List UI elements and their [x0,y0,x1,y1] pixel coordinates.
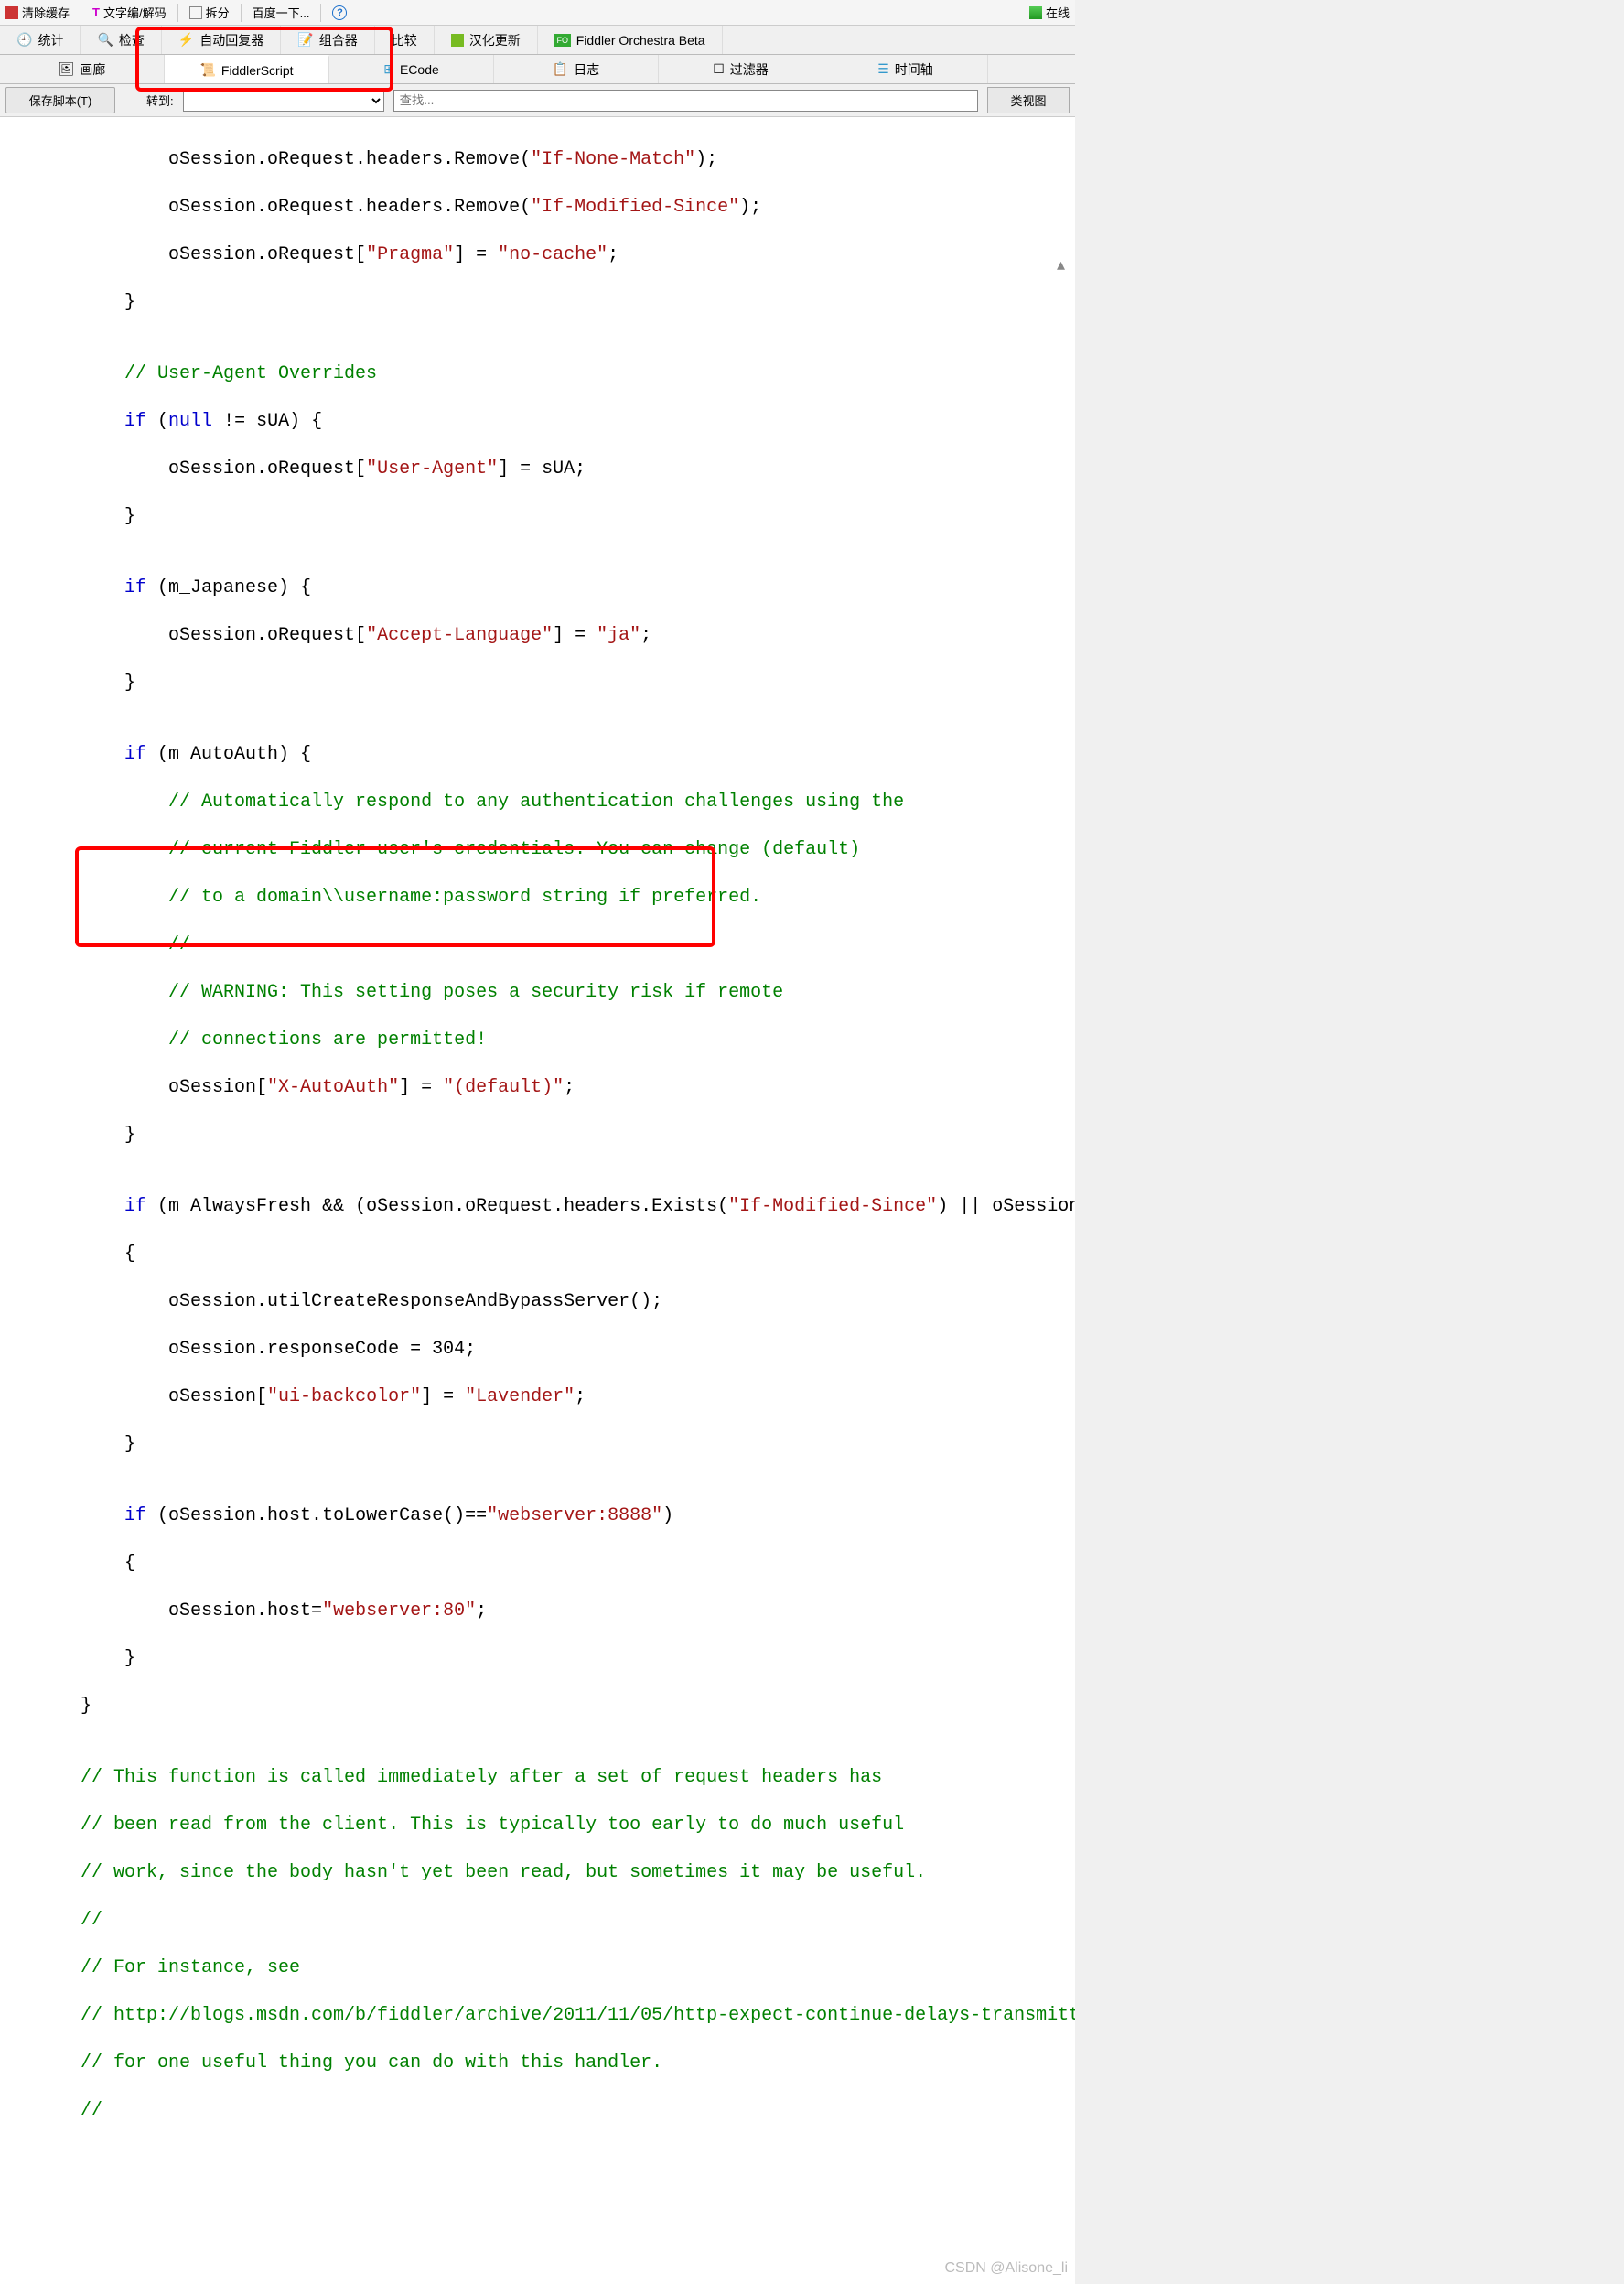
inspect-icon: 🔍 [97,32,113,48]
ecode-icon: ⊞ [383,61,394,77]
online-status[interactable]: 在线 [1029,4,1070,21]
tabs-row-1: 🕘统计 🔍检查 ⚡自动回复器 📝组合器 比较 汉化更新 FOFiddler Or… [0,26,1075,55]
search-input[interactable] [393,90,978,112]
script-editor[interactable]: oSession.oRequest.headers.Remove("If-Non… [0,117,1075,2284]
tabs-row-2: 🖼画廊 📜FiddlerScript ⊞ECode 📋日志 ☐过滤器 ☰时间轴 [0,55,1075,84]
filter-icon: ☐ [713,61,725,77]
tab-compare[interactable]: 比较 [375,26,435,54]
clock-icon: 🕘 [16,32,32,48]
tab-gallery[interactable]: 🖼画廊 [0,55,165,83]
scroll-up-icon: ▴ [1057,254,1073,271]
tab-ecode[interactable]: ⊞ECode [329,55,494,83]
timeline-icon: ☰ [877,61,889,77]
tab-log[interactable]: 📋日志 [494,55,659,83]
goto-label: 转到: [146,92,174,109]
clear-cache-button[interactable]: 清除缓存 [5,4,70,21]
goto-select[interactable] [183,90,384,112]
tab-timeline[interactable]: ☰时间轴 [823,55,988,83]
tab-orchestra[interactable]: FOFiddler Orchestra Beta [538,26,723,54]
square-icon [451,34,464,47]
lightning-icon: ⚡ [178,32,194,48]
text-encode-button[interactable]: T文字编/解码 [92,4,167,21]
composer-icon: 📝 [297,32,313,48]
watermark: CSDN @Alisone_li [944,2257,1068,2280]
save-script-button[interactable]: 保存脚本(T) [5,87,115,113]
tab-autoresponder[interactable]: ⚡自动回复器 [162,26,281,54]
js-icon: 📜 [199,62,215,78]
tab-inspect[interactable]: 🔍检查 [81,26,161,54]
classview-button[interactable]: 类视图 [987,87,1070,113]
help-icon: ? [332,5,347,20]
log-icon: 📋 [553,61,568,77]
tab-filter[interactable]: ☐过滤器 [659,55,823,83]
tab-hanhua[interactable]: 汉化更新 [435,26,538,54]
gallery-icon: 🖼 [59,61,75,77]
baidu-search[interactable]: 百度一下... [253,4,310,21]
tab-composer[interactable]: 📝组合器 [281,26,374,54]
script-toolbar: 保存脚本(T) 转到: 类视图 [0,84,1075,117]
split-button[interactable]: 拆分 [189,4,230,21]
help-button[interactable]: ? [332,5,347,20]
fo-icon: FO [554,34,571,47]
tab-fiddlerscript[interactable]: 📜FiddlerScript [165,55,329,83]
top-toolbar: 清除缓存 T文字编/解码 拆分 百度一下... ? 在线 [0,0,1075,26]
tab-stats[interactable]: 🕘统计 [0,26,81,54]
